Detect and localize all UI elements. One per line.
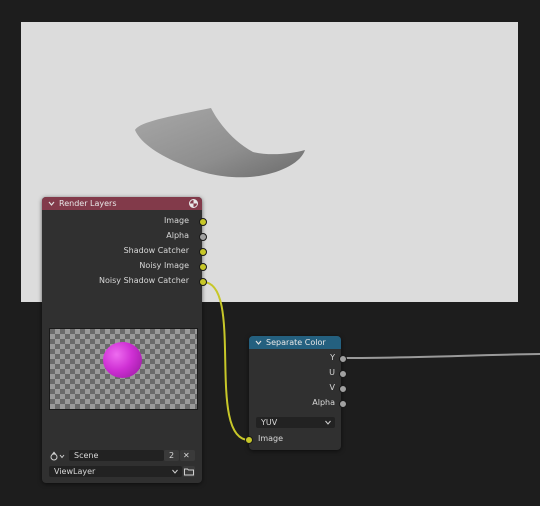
scene-icon[interactable] [50, 451, 66, 461]
socket-shadow-catcher-output[interactable] [199, 248, 207, 256]
socket-y-output[interactable] [339, 355, 347, 363]
chevron-down-icon[interactable] [48, 200, 55, 207]
socket-v-output[interactable] [339, 385, 347, 393]
render-layers-header[interactable]: Render Layers [42, 197, 202, 210]
dropdown-arrow-icon [172, 469, 178, 474]
output-shadow-catcher: Shadow Catcher [123, 246, 189, 255]
socket-image-input[interactable] [245, 436, 253, 444]
separate-color-header[interactable]: Separate Color [249, 336, 341, 349]
output-y: Y [330, 353, 335, 362]
separate-color-title: Separate Color [266, 338, 326, 347]
render-layers-node[interactable]: Render Layers Image Alpha Shadow Catcher… [42, 197, 207, 483]
scene-field[interactable]: Scene [69, 450, 164, 461]
color-mode-dropdown[interactable]: YUV [256, 417, 335, 428]
dropdown-arrow-icon [325, 420, 331, 425]
preview-sphere [103, 342, 142, 378]
close-icon: ✕ [183, 451, 190, 460]
output-noisy-shadow-catcher: Noisy Shadow Catcher [99, 276, 189, 285]
output-u: U [329, 368, 335, 377]
separate-color-node[interactable]: Separate Color Y U V Alpha YUV Image [245, 336, 347, 450]
render-preview-thumbnail [49, 328, 198, 410]
view-layer-dropdown[interactable]: ViewLayer [49, 466, 182, 477]
scene-unlink-button[interactable]: ✕ [180, 450, 195, 461]
browse-button[interactable] [183, 466, 195, 477]
socket-noisy-image-output[interactable] [199, 263, 207, 271]
output-v: V [329, 383, 335, 392]
scene-users-count[interactable]: 2 [164, 450, 179, 461]
socket-image-output[interactable] [199, 218, 207, 226]
input-image: Image [258, 434, 284, 443]
socket-u-output[interactable] [339, 370, 347, 378]
socket-alpha-output[interactable] [339, 400, 347, 408]
link-noisy-shadow-catcher-to-image[interactable] [202, 281, 250, 441]
socket-noisy-shadow-catcher-output[interactable] [199, 278, 207, 286]
render-layers-title: Render Layers [59, 199, 117, 208]
link-y-output[interactable] [342, 353, 540, 359]
render-icon [189, 199, 198, 208]
socket-alpha-output[interactable] [199, 233, 207, 241]
output-alpha: Alpha [312, 398, 335, 407]
output-noisy-image: Noisy Image [139, 261, 189, 270]
output-image: Image [163, 216, 189, 225]
folder-icon [184, 468, 194, 476]
output-alpha: Alpha [166, 231, 189, 240]
chevron-down-icon[interactable] [255, 339, 262, 346]
